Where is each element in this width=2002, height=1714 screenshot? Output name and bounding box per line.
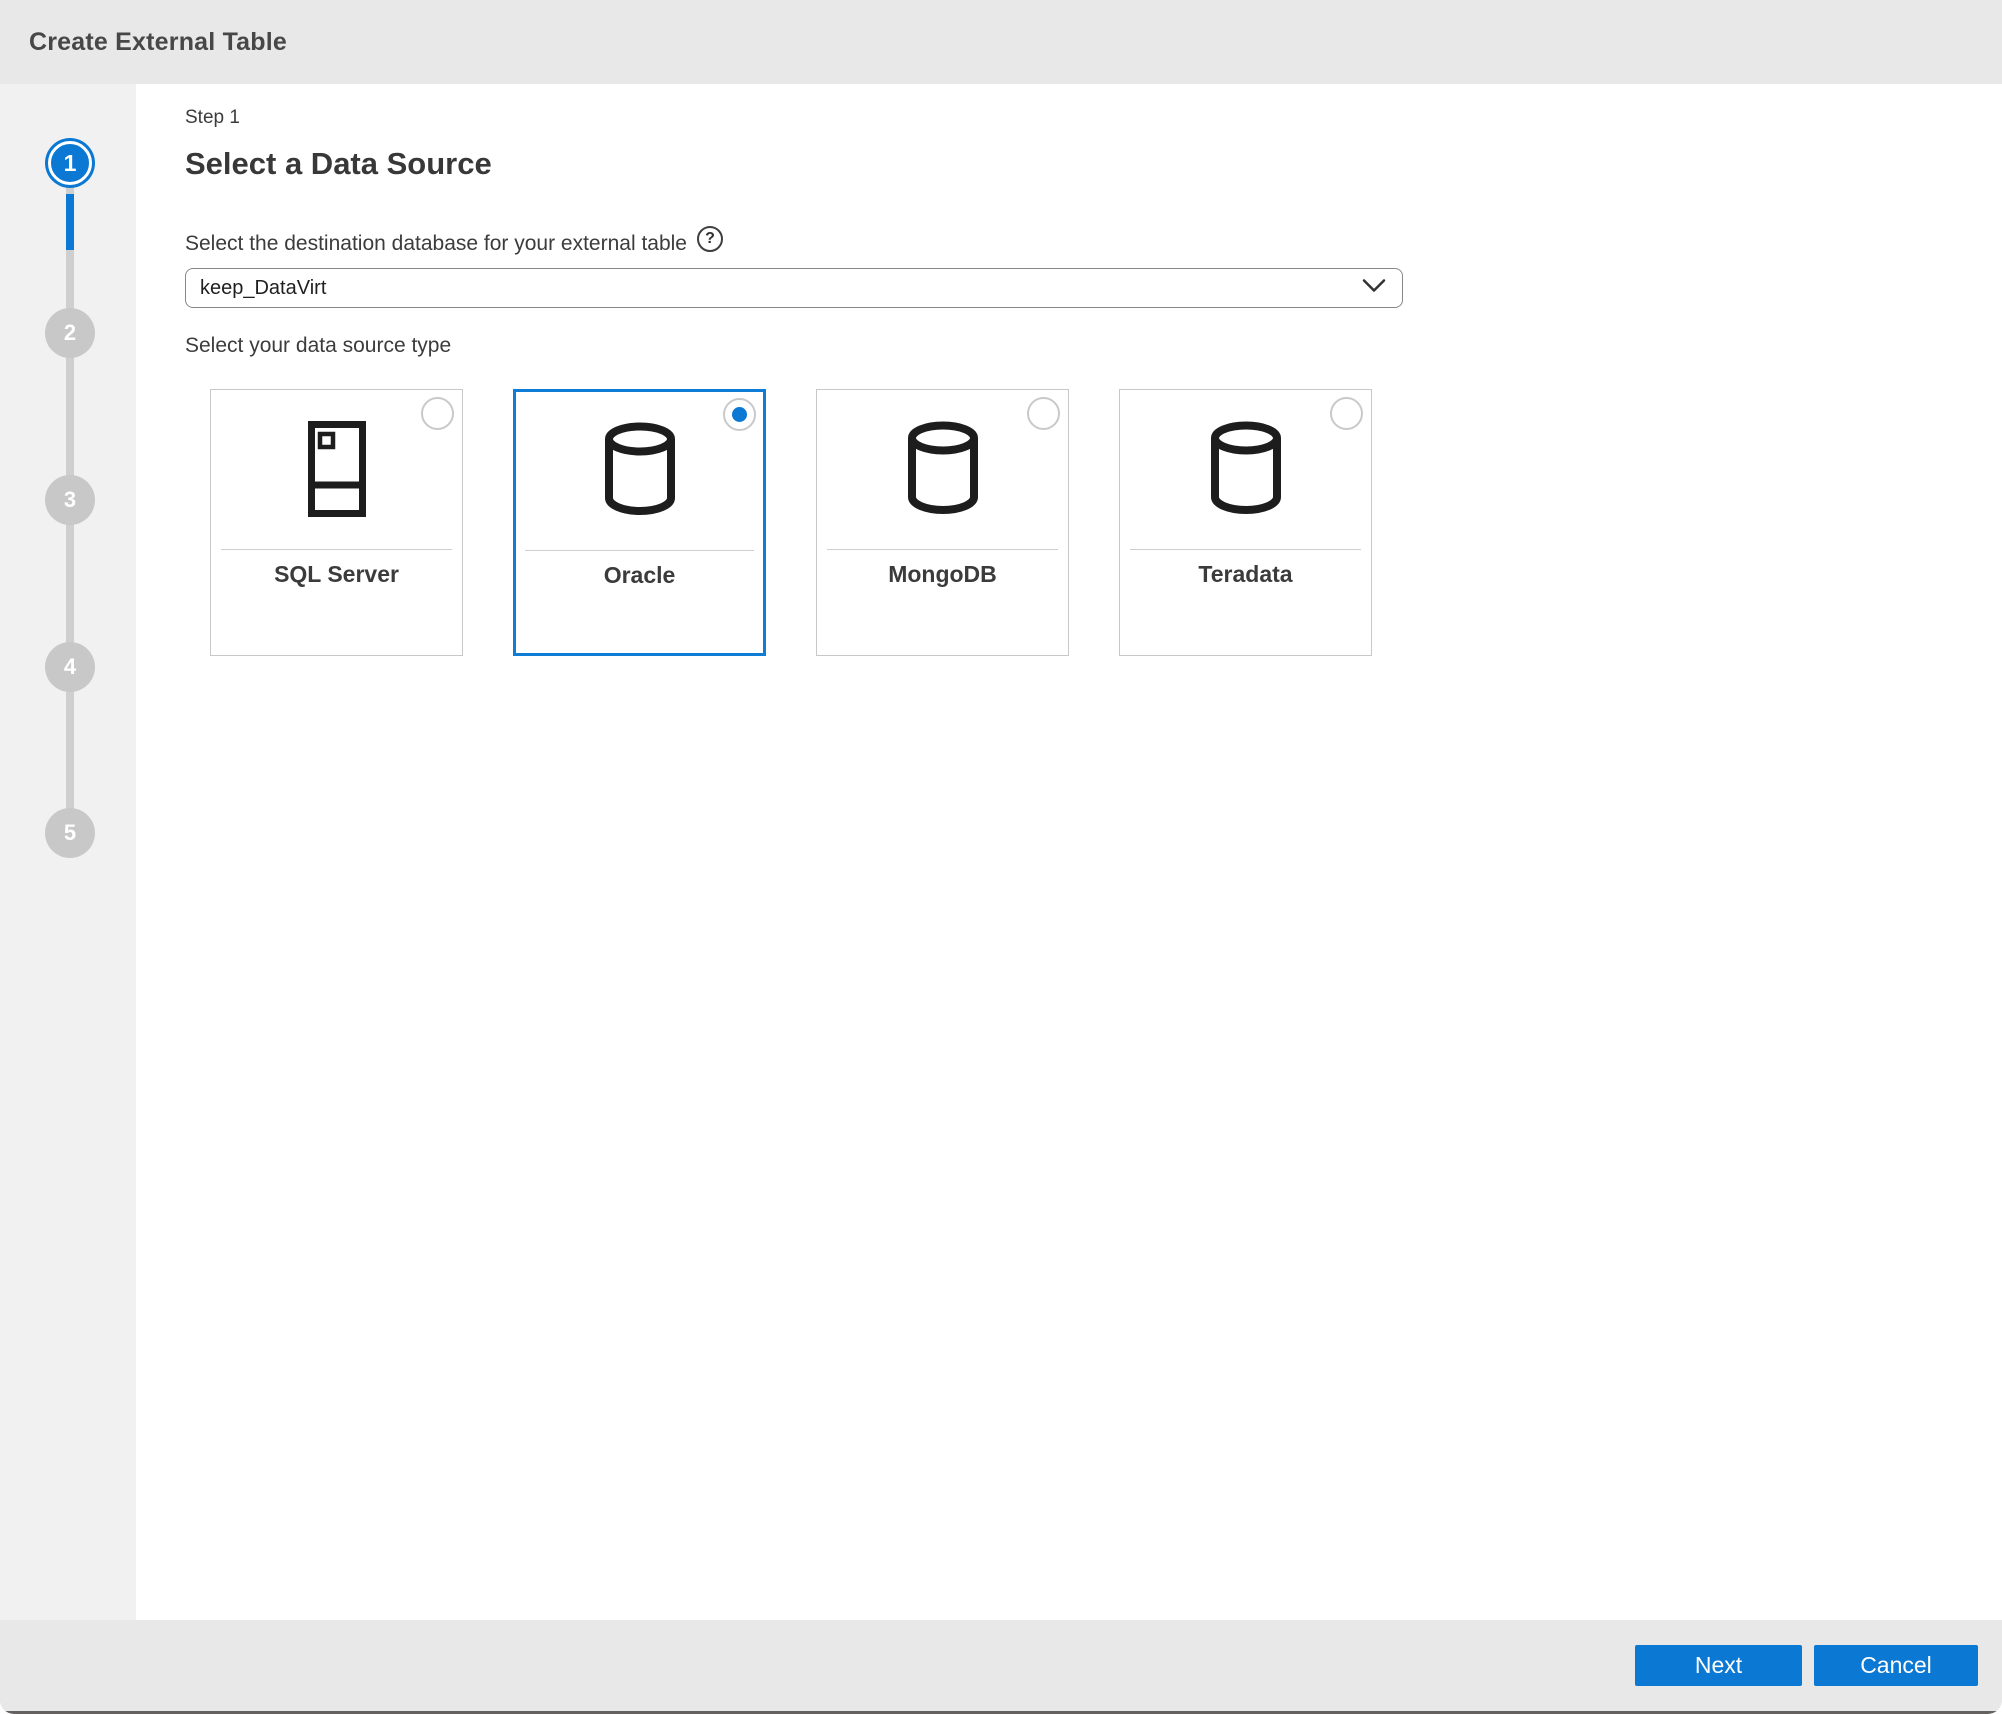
sql-server-icon — [211, 421, 462, 517]
step-indicator-2[interactable]: 2 — [45, 308, 95, 358]
dialog-header: Create External Table — [0, 0, 2002, 84]
step-number: 2 — [64, 320, 76, 346]
card-divider — [827, 549, 1058, 550]
cancel-button[interactable]: Cancel — [1814, 1645, 1978, 1686]
card-divider — [1130, 549, 1361, 550]
destination-db-label-row: Select the destination database for your… — [185, 231, 2002, 257]
step-indicator-4[interactable]: 4 — [45, 642, 95, 692]
destination-db-label: Select the destination database for your… — [185, 232, 687, 256]
page-title: Select a Data Source — [185, 145, 2002, 183]
card-label: Oracle — [515, 562, 764, 589]
data-source-cards: SQL Server Oracle — [210, 389, 2002, 656]
step-connector-progress — [66, 194, 74, 250]
card-teradata[interactable]: Teradata — [1119, 389, 1372, 656]
step-number: 4 — [64, 654, 76, 680]
card-label: MongoDB — [817, 561, 1068, 588]
database-icon — [817, 421, 1068, 517]
database-icon — [515, 422, 764, 518]
card-mongodb[interactable]: MongoDB — [816, 389, 1069, 656]
create-external-table-dialog: Create External Table 1 2 3 4 5 Step 1 S… — [0, 0, 2002, 1714]
card-divider — [221, 549, 452, 550]
dialog-title: Create External Table — [29, 28, 287, 57]
step-number: 5 — [64, 820, 76, 846]
card-divider — [525, 550, 754, 551]
card-label: Teradata — [1120, 561, 1371, 588]
wizard-page-content: Step 1 Select a Data Source Select the d… — [136, 84, 2002, 1620]
next-button[interactable]: Next — [1635, 1645, 1802, 1686]
chevron-down-icon — [1362, 279, 1386, 298]
database-icon — [1120, 421, 1371, 517]
step-number: 1 — [64, 150, 77, 177]
card-sql-server[interactable]: SQL Server — [210, 389, 463, 656]
step-indicator-1[interactable]: 1 — [48, 141, 92, 185]
card-oracle[interactable]: Oracle — [513, 389, 766, 656]
destination-db-select[interactable]: keep_DataVirt — [185, 268, 1403, 308]
source-type-label: Select your data source type — [185, 334, 2002, 360]
dialog-footer: Next Cancel — [0, 1620, 2002, 1714]
wizard-step-rail: 1 2 3 4 5 — [0, 84, 136, 1620]
step-label: Step 1 — [185, 106, 2002, 129]
card-label: SQL Server — [211, 561, 462, 588]
step-number: 3 — [64, 487, 76, 513]
step-indicator-5[interactable]: 5 — [45, 808, 95, 858]
help-icon[interactable]: ? — [697, 226, 723, 252]
step-indicator-3[interactable]: 3 — [45, 475, 95, 525]
destination-db-value: keep_DataVirt — [200, 277, 326, 300]
